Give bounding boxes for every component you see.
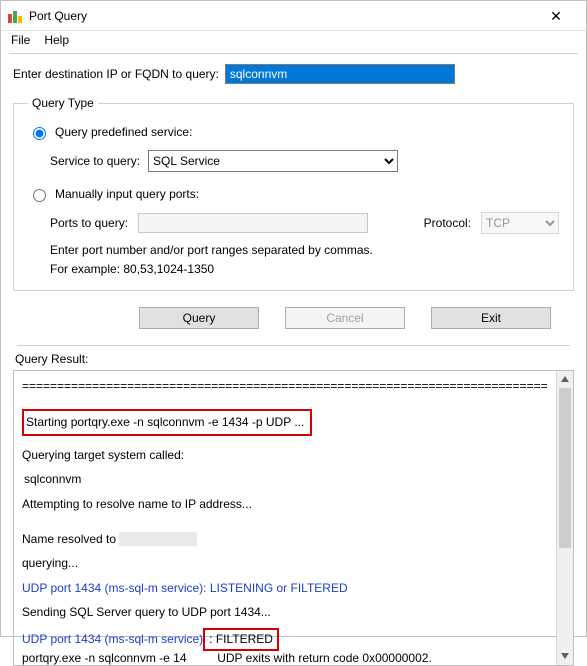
close-icon: ✕	[550, 9, 562, 23]
highlight-starting-cmd: Starting portqry.exe -n sqlconnvm -e 143…	[22, 409, 312, 436]
predefined-radio-label: Query predefined service:	[55, 125, 192, 139]
result-querying-target: Querying target system called:	[22, 446, 548, 465]
window-title: Port Query	[29, 9, 534, 23]
result-querying: querying...	[22, 554, 548, 573]
menu-bar: File Help	[1, 31, 586, 51]
cancel-button: Cancel	[285, 307, 405, 329]
protocol-label: Protocol:	[424, 216, 471, 230]
app-icon	[7, 8, 23, 24]
title-bar: Port Query ✕	[1, 1, 586, 31]
redacted-ip	[119, 532, 197, 546]
button-row: Query Cancel Exit	[13, 297, 574, 339]
scroll-up-icon[interactable]	[557, 371, 573, 388]
result-exit-post: UDP exits with return code 0x00000002.	[217, 651, 432, 665]
ports-hint-1: Enter port number and/or port ranges sep…	[50, 242, 559, 259]
result-box: ========================================…	[13, 370, 574, 666]
scroll-track[interactable]	[557, 388, 573, 648]
result-attempting: Attempting to resolve name to IP address…	[22, 495, 548, 514]
predefined-radio[interactable]	[33, 127, 46, 140]
highlight-filtered: : FILTERED	[203, 628, 279, 651]
result-starting: Starting portqry.exe -n sqlconnvm -e 143…	[26, 415, 304, 429]
section-divider	[17, 345, 570, 346]
query-type-group: Query Type Query predefined service: Ser…	[13, 96, 574, 291]
destination-row: Enter destination IP or FQDN to query:	[13, 64, 574, 84]
result-udp-filtered-line: UDP port 1434 (ms-sql-m service): FILTER…	[22, 628, 548, 651]
protocol-select: TCP	[481, 212, 559, 234]
query-button[interactable]: Query	[139, 307, 259, 329]
result-udp-filtered-prefix: UDP port 1434 (ms-sql-m service)	[22, 632, 203, 646]
menu-divider	[9, 53, 578, 54]
result-separator-line: ========================================…	[22, 377, 548, 396]
service-label: Service to query:	[50, 154, 140, 168]
close-button[interactable]: ✕	[534, 2, 578, 30]
result-exit-pre: portqry.exe -n sqlconnvm -e 14	[22, 651, 187, 665]
manual-radio[interactable]	[33, 189, 46, 202]
result-sending: Sending SQL Server query to UDP port 143…	[22, 603, 548, 622]
ports-hint-2: For example: 80,53,1024-1350	[50, 261, 559, 278]
manual-radio-row: Manually input query ports:	[28, 186, 559, 202]
menu-help[interactable]: Help	[44, 33, 69, 47]
result-exit-line: portqry.exe -n sqlconnvm -e 1434 -p UDP …	[22, 649, 548, 665]
service-select[interactable]: SQL Service	[148, 150, 398, 172]
result-scrollbar[interactable]	[556, 371, 573, 665]
manual-radio-label: Manually input query ports:	[55, 187, 199, 201]
menu-file[interactable]: File	[11, 33, 30, 47]
destination-label: Enter destination IP or FQDN to query:	[13, 67, 219, 81]
result-name-resolved: Name resolved to	[22, 530, 548, 549]
result-resolved-prefix: Name resolved to	[22, 532, 119, 546]
destination-input[interactable]	[225, 64, 455, 84]
query-type-legend: Query Type	[28, 96, 98, 110]
result-text-area[interactable]: ========================================…	[14, 371, 556, 665]
ports-row: Ports to query: Protocol: TCP	[50, 212, 559, 234]
service-row: Service to query: SQL Service	[50, 150, 559, 172]
result-label: Query Result:	[15, 352, 574, 366]
result-target-name: sqlconnvm	[22, 470, 548, 489]
ports-label: Ports to query:	[50, 216, 128, 230]
scrollbar-thumb[interactable]	[559, 388, 571, 548]
scroll-down-icon[interactable]	[557, 648, 573, 665]
predefined-radio-row: Query predefined service:	[28, 124, 559, 140]
result-udp-listening: UDP port 1434 (ms-sql-m service): LISTEN…	[22, 579, 548, 598]
ports-input	[138, 213, 368, 233]
exit-button[interactable]: Exit	[431, 307, 551, 329]
